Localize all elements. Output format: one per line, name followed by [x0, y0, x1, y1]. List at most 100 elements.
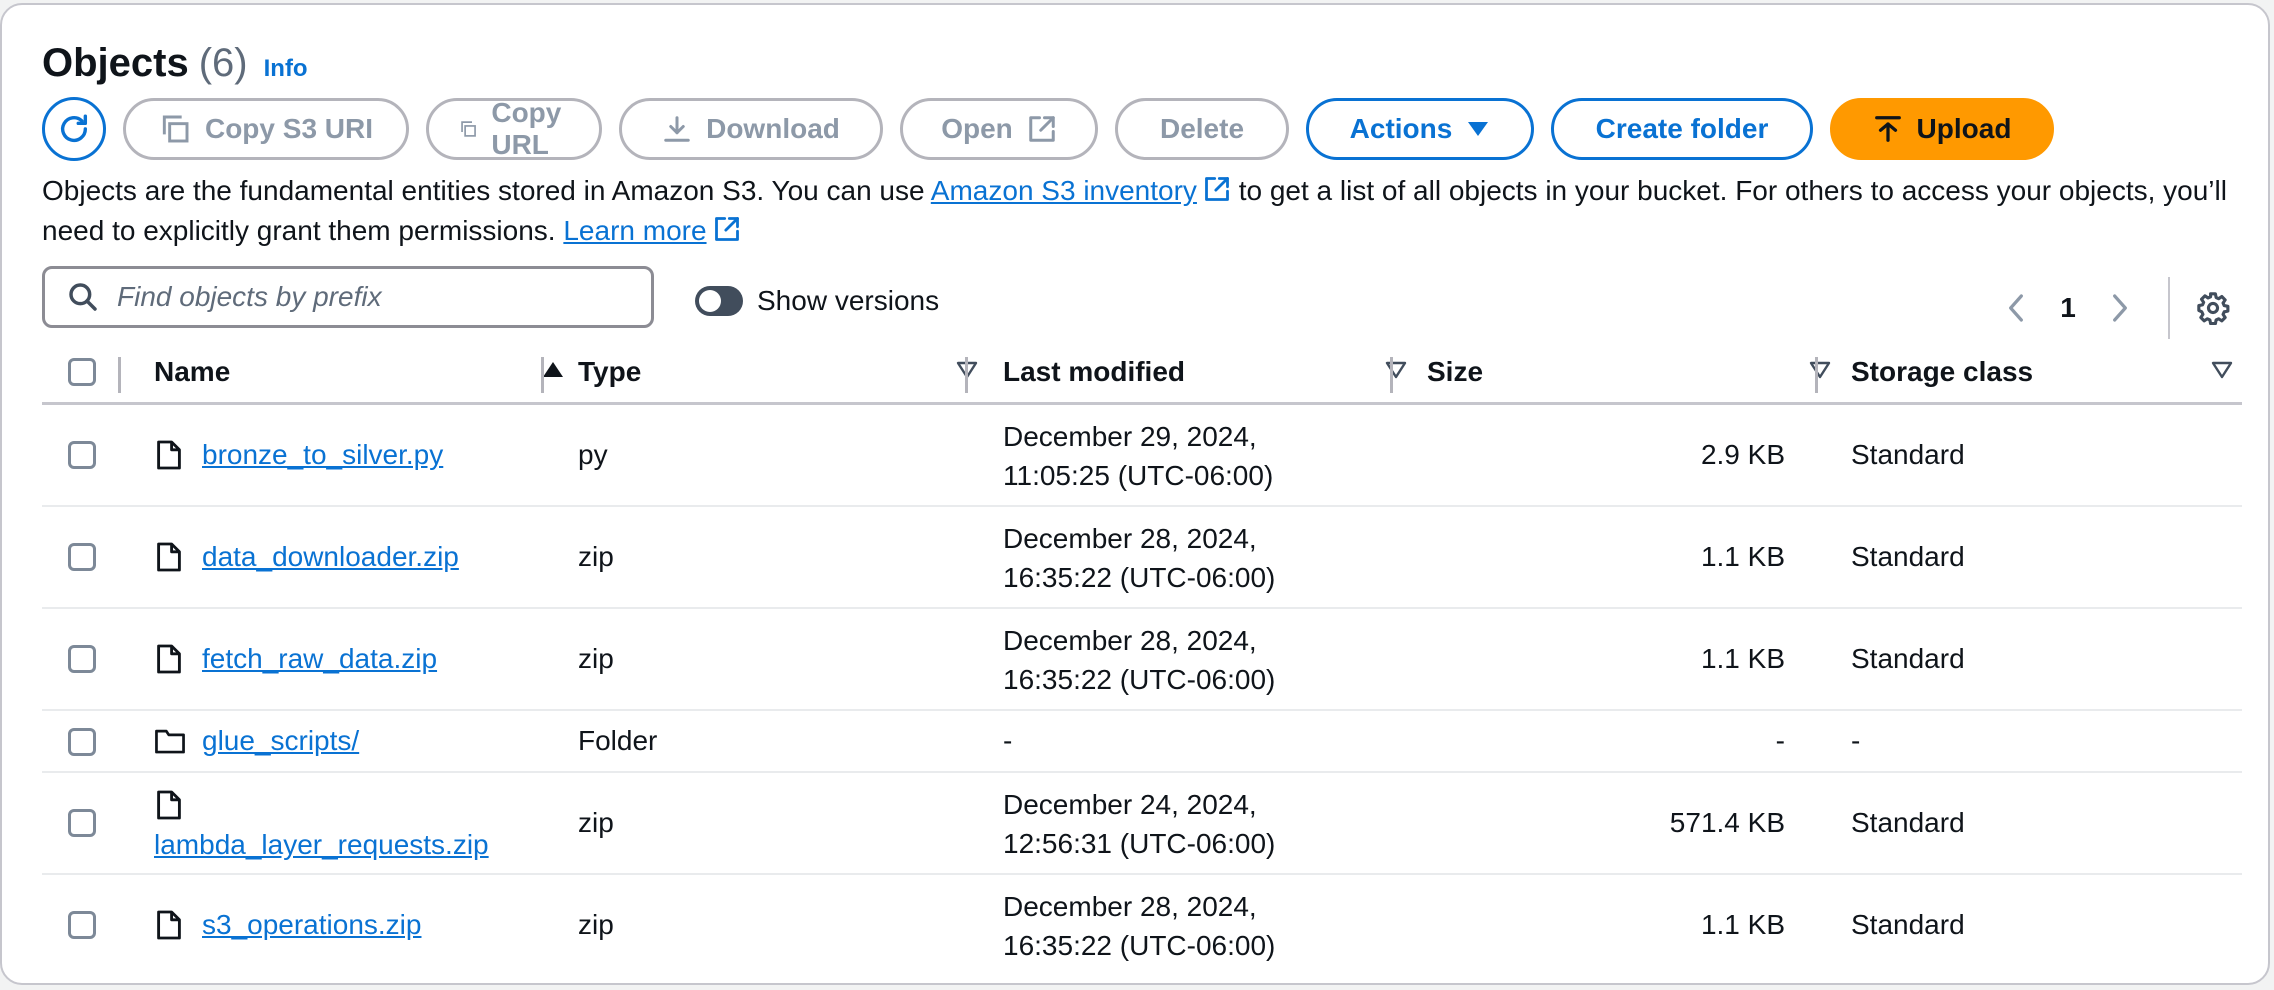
description-text-1: Objects are the fundamental entities sto…: [42, 175, 931, 206]
column-divider: [1390, 357, 1393, 393]
upload-icon: [1874, 116, 1901, 142]
object-name-link[interactable]: bronze_to_silver.py: [202, 439, 443, 471]
modified-time: 12:56:31 (UTC-06:00): [1003, 828, 1276, 859]
object-type: Folder: [578, 725, 658, 756]
search-box: [42, 266, 654, 328]
column-header-name[interactable]: Name: [154, 343, 564, 401]
copy-icon: [461, 121, 476, 137]
row-checkbox[interactable]: [68, 645, 96, 673]
toggle-track[interactable]: [695, 286, 743, 316]
chevron-right-icon[interactable]: [2106, 292, 2134, 324]
object-last-modified: December 28, 2024, 16:35:22 (UTC-06:00): [1003, 519, 1275, 597]
column-divider: [965, 357, 968, 393]
pager-divider: [2168, 277, 2170, 339]
create-folder-button[interactable]: Create folder: [1551, 98, 1813, 160]
modified-time: 11:05:25 (UTC-06:00): [1003, 460, 1274, 491]
object-last-modified: -: [1003, 725, 1013, 756]
learn-more-link[interactable]: Learn more: [563, 215, 706, 246]
copy-icon: [162, 115, 189, 143]
sort-ascending-icon[interactable]: [542, 361, 564, 379]
column-header-label: Last modified: [1003, 356, 1186, 387]
external-link-icon: [1205, 177, 1229, 201]
gear-icon[interactable]: [2196, 291, 2230, 325]
file-icon: [157, 910, 181, 940]
object-size: -: [1775, 725, 1785, 756]
table-row[interactable]: lambda_layer_requests.zip zip December 2…: [42, 773, 2242, 875]
modified-date: December 28, 2024,: [1003, 891, 1257, 922]
delete-button[interactable]: Delete: [1115, 98, 1289, 160]
column-header-type[interactable]: Type: [578, 343, 978, 401]
caret-down-icon: [1468, 122, 1489, 136]
chevron-left-icon[interactable]: [2002, 292, 2030, 324]
show-versions-toggle[interactable]: Show versions: [695, 285, 939, 317]
object-count: (6): [198, 41, 248, 85]
column-header-size[interactable]: Size: [1427, 343, 1831, 401]
toolbar: Copy S3 URI Copy URL Download Open Delet…: [42, 97, 2071, 161]
object-name-link[interactable]: s3_operations.zip: [202, 909, 421, 941]
delete-label: Delete: [1159, 113, 1245, 144]
modified-time: 16:35:22 (UTC-06:00): [1003, 930, 1276, 961]
actions-label: Actions: [1349, 113, 1453, 144]
open-button[interactable]: Open: [900, 98, 1098, 160]
object-type: zip: [578, 643, 614, 674]
column-header-storage-class[interactable]: Storage class: [1851, 343, 2233, 401]
search-input[interactable]: [115, 280, 639, 314]
file-icon: [157, 644, 181, 674]
object-storage-class: Standard: [1851, 643, 1965, 674]
sort-icon[interactable]: [1385, 361, 1407, 379]
modified-date: December 28, 2024,: [1003, 523, 1257, 554]
object-name-link[interactable]: lambda_layer_requests.zip: [154, 829, 489, 861]
sort-icon[interactable]: [2211, 361, 2233, 379]
download-button[interactable]: Download: [619, 98, 883, 160]
object-name-link[interactable]: data_downloader.zip: [202, 541, 459, 573]
object-type: zip: [578, 807, 614, 838]
page-title: Objects: [42, 41, 189, 85]
toggle-knob: [699, 290, 721, 312]
file-icon: [157, 542, 181, 572]
copy-url-button[interactable]: Copy URL: [426, 97, 602, 160]
object-name-link[interactable]: fetch_raw_data.zip: [202, 643, 437, 675]
table-row[interactable]: fetch_raw_data.zip zip December 28, 2024…: [42, 609, 2242, 711]
actions-dropdown-button[interactable]: Actions: [1306, 98, 1534, 160]
objects-description: Objects are the fundamental entities sto…: [42, 171, 2242, 251]
object-last-modified: December 24, 2024, 12:56:31 (UTC-06:00): [1003, 785, 1275, 863]
row-checkbox[interactable]: [68, 543, 96, 571]
download-icon: [664, 116, 690, 142]
copy-url-label: Copy URL: [491, 97, 562, 160]
object-storage-class: Standard: [1851, 909, 1965, 940]
copy-s3-uri-label: Copy S3 URI: [204, 113, 374, 144]
s3-inventory-link[interactable]: Amazon S3 inventory: [931, 175, 1197, 206]
object-size: 571.4 KB: [1669, 807, 1785, 838]
select-all-checkbox[interactable]: [68, 358, 96, 386]
object-storage-class: Standard: [1851, 541, 1965, 572]
copy-s3-uri-button[interactable]: Copy S3 URI: [123, 98, 409, 160]
row-checkbox[interactable]: [68, 911, 96, 939]
table-row[interactable]: s3_operations.zip zip December 28, 2024,…: [42, 875, 2242, 977]
file-icon: [157, 790, 181, 820]
object-size: 1.1 KB: [1700, 909, 1785, 940]
object-storage-class: -: [1851, 725, 1861, 756]
refresh-button[interactable]: [42, 97, 106, 161]
table-row[interactable]: data_downloader.zip zip December 28, 202…: [42, 507, 2242, 609]
column-header-last-modified[interactable]: Last modified: [1003, 343, 1407, 401]
sort-icon[interactable]: [1809, 361, 1831, 379]
object-size: 1.1 KB: [1700, 643, 1785, 674]
table-row[interactable]: glue_scripts/ Folder - - -: [42, 711, 2242, 773]
table-row[interactable]: bronze_to_silver.py py December 29, 2024…: [42, 405, 2242, 507]
upload-button[interactable]: Upload: [1830, 98, 2054, 160]
folder-name-link[interactable]: glue_scripts/: [202, 725, 359, 757]
column-header-label: Name: [154, 356, 231, 387]
row-checkbox[interactable]: [68, 728, 96, 756]
open-label: Open: [941, 113, 1013, 144]
row-checkbox[interactable]: [68, 809, 96, 837]
upload-label: Upload: [1916, 113, 2012, 144]
refresh-icon: [60, 114, 88, 142]
row-checkbox[interactable]: [68, 441, 96, 469]
object-storage-class: Standard: [1851, 439, 1965, 470]
objects-panel: Objects (6) Info Copy S3 URI Copy URL Do…: [0, 3, 2270, 985]
info-link[interactable]: Info: [264, 55, 308, 83]
pagination: 1: [2002, 277, 2230, 339]
column-divider: [1815, 357, 1818, 393]
column-divider: [541, 357, 544, 393]
page-number[interactable]: 1: [2030, 292, 2106, 324]
